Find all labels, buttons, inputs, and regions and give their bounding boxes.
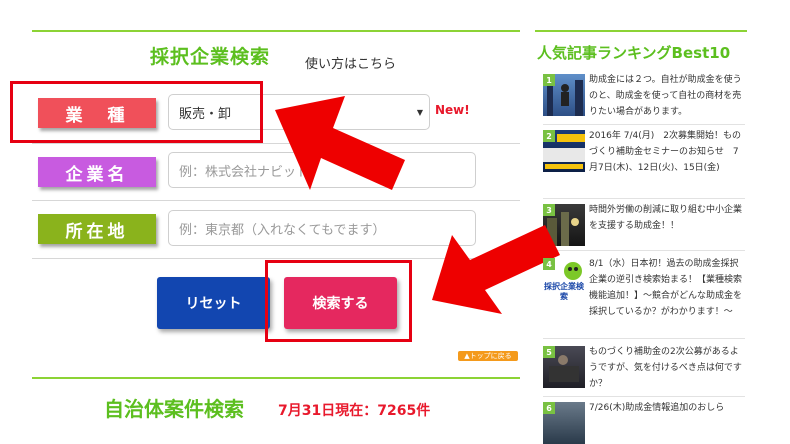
sidebar-item-divider: [543, 338, 745, 339]
sidebar-item-divider: [543, 250, 745, 251]
thumbnail-caption: 採択企業検索: [544, 282, 584, 300]
company-label: 企業名: [38, 157, 156, 187]
new-badge: New!: [435, 103, 470, 117]
top-divider: [32, 30, 520, 32]
rank-badge: 3: [543, 204, 555, 216]
row-divider: [32, 258, 520, 259]
sidebar-divider: [535, 30, 747, 32]
ranking-item-text: 8/1（水）日本初！過去の助成金採択企業の逆引き検索始まる！【業種検索機能追加！…: [589, 259, 743, 317]
company-placeholder: 例：株式会社ナビット: [179, 164, 310, 180]
ranking-item-text: 助成金には２つ。自社が助成金を使うのと、助成金を使って自社の商材を売りたい場合が…: [589, 75, 742, 117]
row-divider: [32, 200, 520, 201]
rank-badge: 5: [543, 346, 555, 358]
ranking-thumbnail: 6: [543, 402, 585, 444]
ranking-item-text: ものづくり補助金の2次公募があるようですが、気を付けるべき点は何ですか？: [589, 347, 742, 389]
row-divider: [32, 143, 520, 144]
ranking-thumbnail: 4 採択企業検索: [543, 258, 585, 300]
sidebar-item-divider: [543, 198, 745, 199]
ranking-title: 人気記事ランキングBest10: [537, 44, 731, 62]
sidebar-item-divider: [543, 396, 745, 397]
ranking-item-text: 2016年 7/4(月) 2次募集開始！ものづくり補助金セミナーのお知らせ 7月…: [589, 131, 741, 173]
company-name-input[interactable]: 例：株式会社ナビット: [168, 152, 476, 188]
highlight-box-industry: [10, 81, 263, 143]
municipal-date-count: 7月31日現在：7265件: [278, 403, 431, 419]
ranking-item-text: 時間外労働の削減に取り組む中小企業を支援する助成金！！: [589, 205, 743, 231]
search-form-title: 採択企業検索: [150, 46, 271, 68]
location-placeholder: 例：東京都（入れなくてもでます）: [179, 222, 386, 238]
rank-badge: 6: [543, 402, 555, 414]
sidebar-item-divider: [543, 124, 745, 125]
highlight-box-search: [265, 260, 412, 342]
rank-badge: 1: [543, 74, 555, 86]
reset-button[interactable]: リセット: [157, 277, 270, 329]
howto-link[interactable]: 使い方はこちら: [305, 53, 396, 72]
dropdown-arrow-icon: ▼: [416, 108, 423, 117]
ranking-item-text: 7/26(木)助成金情報追加のおしら: [589, 403, 725, 413]
section-divider: [32, 377, 520, 379]
ranking-thumbnail: 3: [543, 204, 585, 246]
location-label: 所在地: [38, 214, 156, 244]
rank-badge: 4: [543, 258, 555, 270]
ranking-thumbnail: 1: [543, 74, 585, 116]
ranking-thumbnail: 2: [543, 130, 585, 172]
back-to-top-button[interactable]: ▲トップに戻る: [458, 351, 518, 361]
municipal-section-title: 自治体案件検索: [104, 397, 244, 421]
location-input[interactable]: 例：東京都（入れなくてもでます）: [168, 210, 476, 246]
rank-badge: 2: [543, 130, 555, 142]
ranking-thumbnail: 5: [543, 346, 585, 388]
